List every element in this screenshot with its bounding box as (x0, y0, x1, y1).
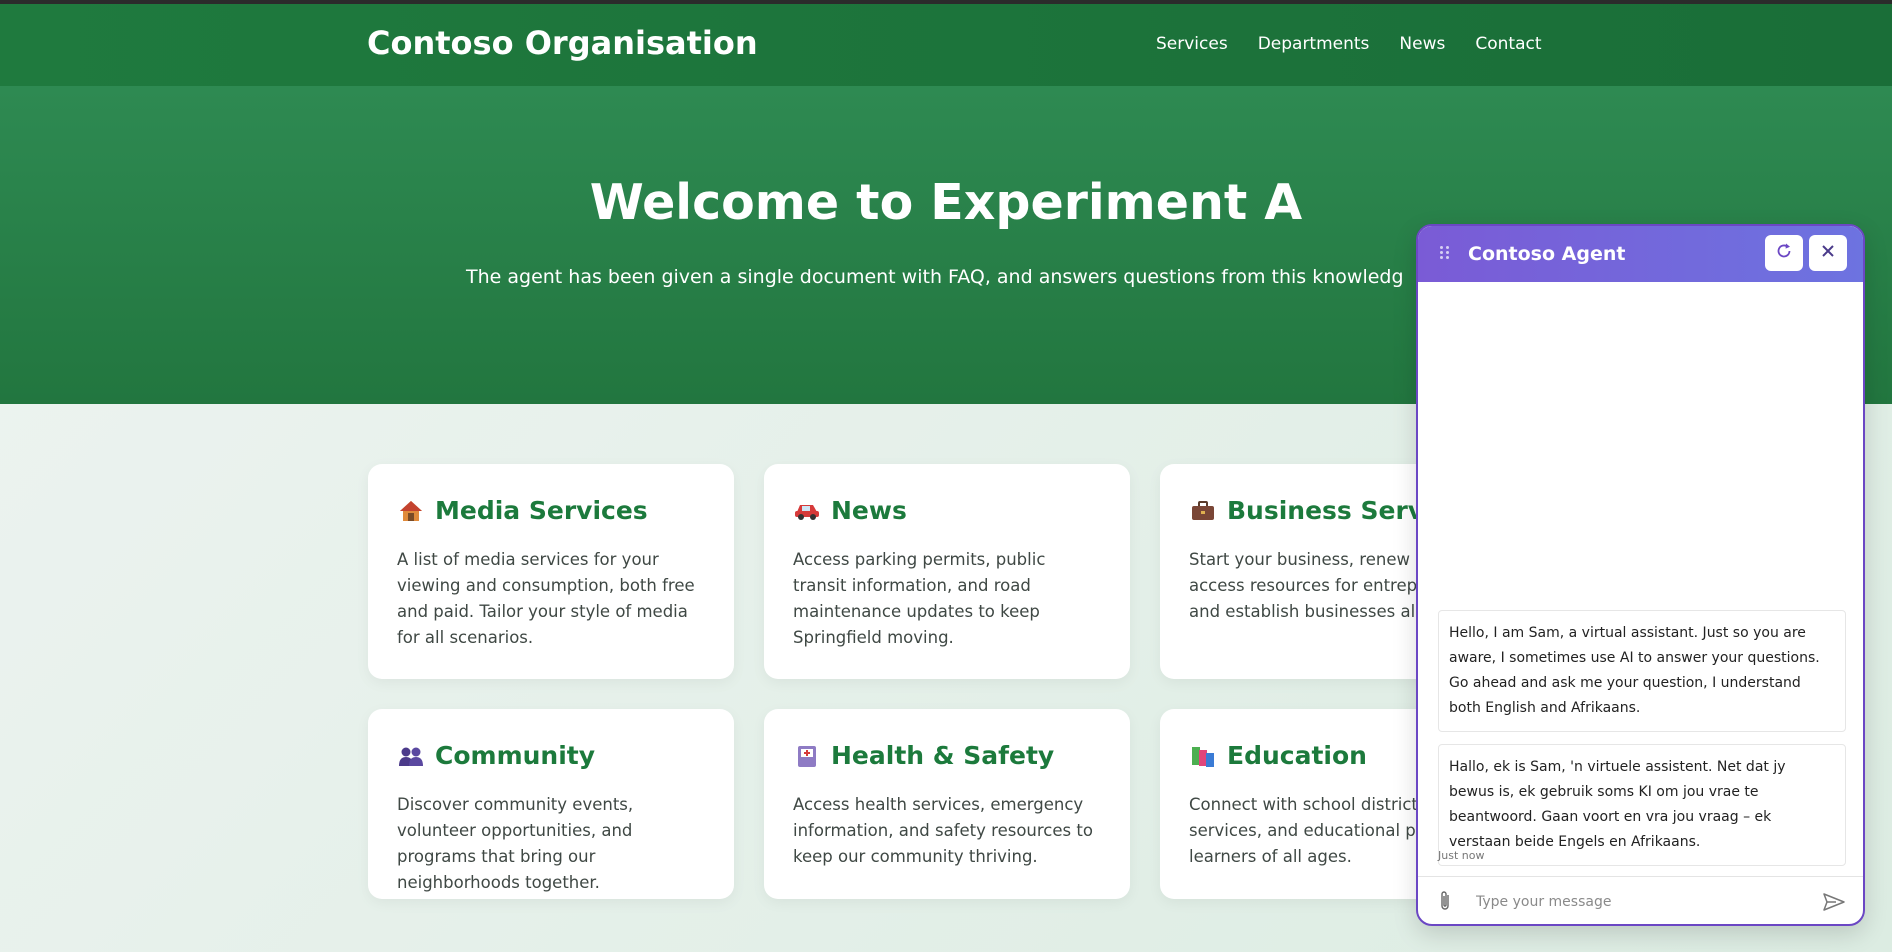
drag-handle-icon[interactable] (1440, 246, 1452, 260)
card-title: Media Services (435, 496, 648, 525)
card-description: A list of media services for your viewin… (397, 550, 695, 647)
nav-link-departments[interactable]: Departments (1258, 34, 1370, 54)
card-description: Discover community events, volunteer opp… (397, 795, 634, 892)
card-news[interactable]: News Access parking permits, public tran… (764, 464, 1130, 679)
send-icon[interactable] (1822, 892, 1846, 916)
briefcase-icon (1189, 497, 1217, 525)
card-title: Community (435, 741, 596, 770)
chat-transcript[interactable]: Hello, I am Sam, a virtual assistant. Ju… (1430, 294, 1852, 866)
close-icon (1820, 243, 1836, 263)
card-description: Access parking permits, public transit i… (793, 550, 1046, 647)
main-nav: Services Departments News Contact (1156, 34, 1542, 54)
car-icon (793, 497, 821, 525)
card-title: Education (1227, 741, 1367, 770)
nav-link-contact[interactable]: Contact (1475, 34, 1541, 54)
close-button[interactable] (1809, 235, 1847, 271)
site-brand[interactable]: Contoso Organisation (367, 24, 758, 62)
hero-title: Welcome to Experiment A (589, 174, 1303, 231)
card-description: Access health services, emergency inform… (793, 795, 1093, 866)
card-community[interactable]: Community Discover community events, vol… (368, 709, 734, 899)
card-health-safety[interactable]: Health & Safety Access health services, … (764, 709, 1130, 899)
card-media-services[interactable]: Media Services A list of media services … (368, 464, 734, 679)
card-title: Business Servic (1227, 496, 1448, 525)
refresh-button[interactable] (1765, 235, 1803, 271)
nav-link-news[interactable]: News (1399, 34, 1445, 54)
site-header: Contoso Organisation Services Department… (0, 4, 1892, 86)
bot-message: Hallo, ek is Sam, 'n virtuele assistent.… (1438, 744, 1846, 866)
chat-composer (1418, 876, 1863, 924)
nav-link-services[interactable]: Services (1156, 34, 1228, 54)
refresh-icon (1775, 242, 1793, 264)
message-timestamp: Just now (1438, 849, 1485, 862)
chat-widget: Contoso Agent Hello, I am Sam, a virtual… (1416, 224, 1865, 926)
card-title: News (831, 496, 907, 525)
attachment-icon[interactable] (1438, 889, 1452, 917)
card-title: Health & Safety (831, 741, 1055, 770)
message-input[interactable] (1476, 891, 1796, 913)
house-icon (397, 497, 425, 525)
hero-subtitle: The agent has been given a single docume… (466, 266, 1404, 288)
books-icon (1189, 742, 1217, 770)
chat-title: Contoso Agent (1468, 243, 1626, 265)
people-icon (397, 742, 425, 770)
chat-header[interactable]: Contoso Agent (1418, 226, 1863, 282)
bot-message: Hello, I am Sam, a virtual assistant. Ju… (1438, 610, 1846, 732)
medical-icon (793, 742, 821, 770)
